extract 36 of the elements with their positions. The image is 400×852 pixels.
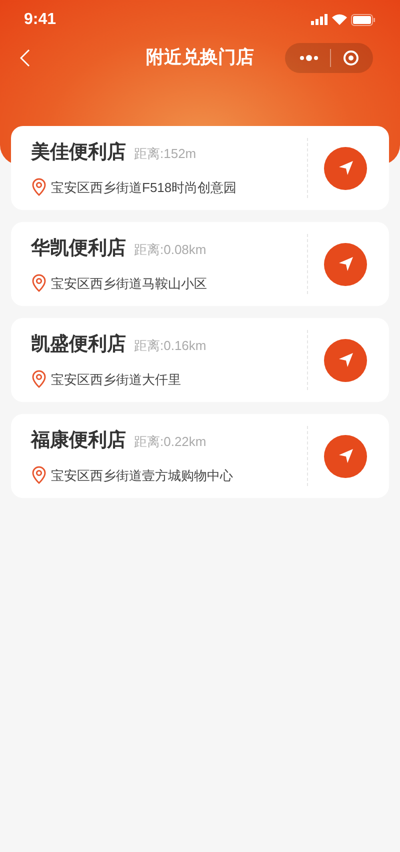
page-title: 附近兑换门店: [146, 46, 254, 69]
store-name: 华凯便利店: [31, 236, 126, 261]
store-address: 宝安区西乡街道壹方城购物中心: [51, 466, 233, 484]
store-distance: 距离:0.16km: [134, 337, 206, 355]
back-chevron-icon: [20, 48, 30, 66]
navigate-button[interactable]: [324, 434, 367, 478]
status-time: 9:41: [24, 10, 56, 30]
navigation-arrow-icon: [336, 447, 354, 465]
store-card[interactable]: 凯盛便利店 距离:0.16km 宝安区西乡街道大仟里: [11, 318, 389, 402]
store-address: 宝安区西乡街道马鞍山小区: [51, 274, 207, 292]
navigation-arrow-icon: [336, 255, 354, 273]
store-address: 宝安区西乡街道大仟里: [51, 370, 181, 388]
signal-icon: [311, 14, 328, 25]
close-target-icon[interactable]: [343, 50, 360, 66]
navigation-arrow-icon: [336, 159, 354, 177]
store-name: 福康便利店: [31, 428, 126, 453]
store-distance: 距离:152m: [134, 145, 196, 163]
store-distance: 距离:0.22km: [134, 433, 206, 451]
navigate-button[interactable]: [324, 242, 367, 286]
location-pin-icon: [31, 466, 47, 484]
store-card[interactable]: 华凯便利店 距离:0.08km 宝安区西乡街道马鞍山小区: [11, 222, 389, 306]
location-pin-icon: [31, 178, 47, 196]
navigation-arrow-icon: [336, 351, 354, 369]
battery-icon: [351, 14, 376, 26]
store-distance: 距离:0.08km: [134, 241, 206, 259]
store-card[interactable]: 美佳便利店 距离:152m 宝安区西乡街道F518时尚创意园: [11, 126, 389, 210]
more-icon[interactable]: [298, 54, 319, 60]
location-pin-icon: [31, 370, 47, 388]
store-name: 凯盛便利店: [31, 332, 126, 357]
wifi-icon: [332, 14, 347, 25]
store-name: 美佳便利店: [31, 140, 126, 165]
location-pin-icon: [31, 274, 47, 292]
store-address: 宝安区西乡街道F518时尚创意园: [51, 178, 237, 196]
navigate-button[interactable]: [324, 146, 367, 190]
store-card[interactable]: 福康便利店 距离:0.22km 宝安区西乡街道壹方城购物中心: [11, 414, 389, 498]
navigate-button[interactable]: [324, 338, 367, 382]
